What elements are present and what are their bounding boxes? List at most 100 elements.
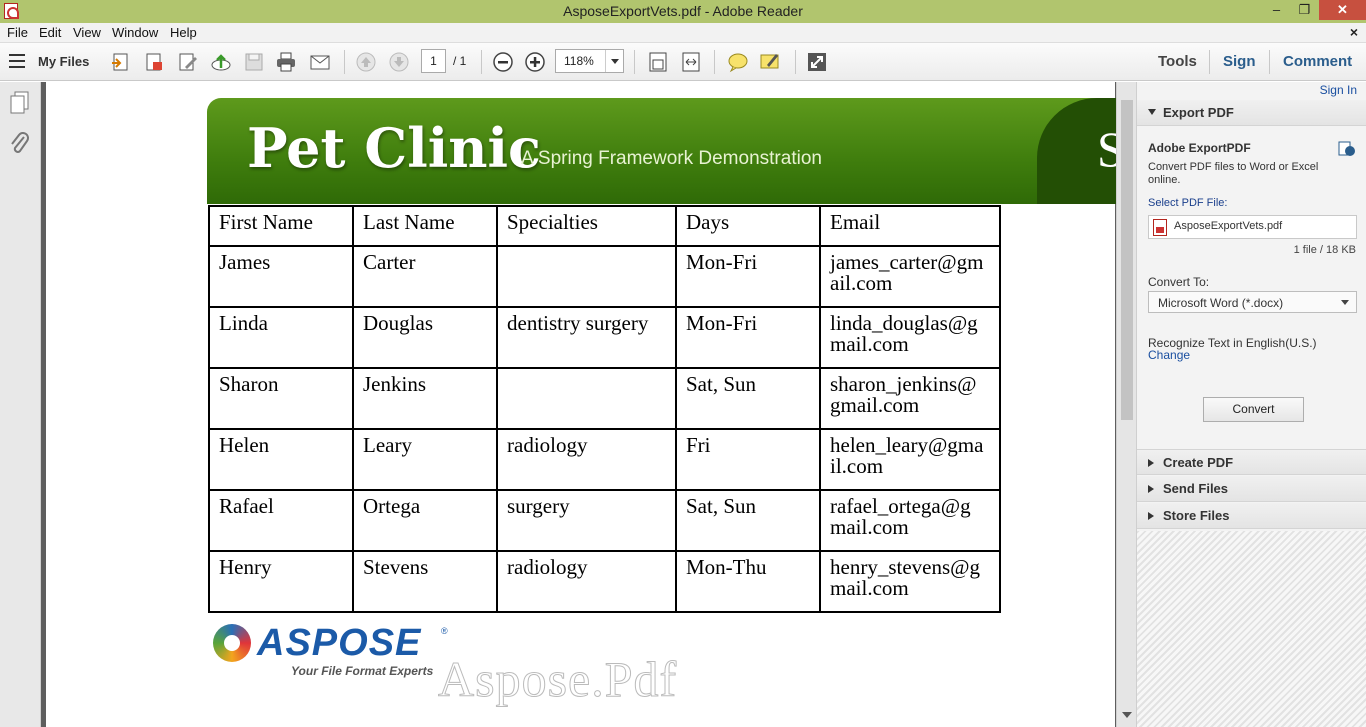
send-files-header[interactable]: Send Files: [1137, 476, 1366, 502]
convert-button[interactable]: Convert: [1203, 397, 1304, 422]
convert-to-label: Convert To:: [1148, 275, 1210, 289]
cell-specialties: [496, 367, 677, 430]
header-specialties: Specialties: [496, 205, 677, 247]
adobe-exportpdf-title: Adobe ExportPDF: [1148, 141, 1251, 155]
cell-first-name: James: [208, 245, 354, 308]
fit-page-icon[interactable]: [647, 51, 669, 73]
restore-button[interactable]: ❐: [1290, 0, 1319, 20]
window-title: AsposeExportVets.pdf - Adobe Reader: [563, 3, 803, 19]
chevron-down-icon: [1341, 300, 1349, 305]
select-pdf-label: Select PDF File:: [1148, 197, 1228, 209]
menu-file[interactable]: File: [7, 25, 28, 40]
chevron-down-icon[interactable]: [605, 50, 623, 72]
cell-specialties: radiology: [496, 550, 677, 613]
vertical-scrollbar[interactable]: [1116, 82, 1136, 727]
scrollbar-thumb[interactable]: [1121, 100, 1133, 420]
menu-window[interactable]: Window: [112, 25, 158, 40]
banner-subtitle: A Spring Framework Demonstration: [521, 148, 822, 169]
print-icon[interactable]: [275, 51, 297, 73]
banner-cut-text: S: [1097, 121, 1117, 177]
store-files-header[interactable]: Store Files: [1137, 503, 1366, 529]
document-view[interactable]: Pet Clinic A Spring Framework Demonstrat…: [41, 82, 1117, 727]
selected-file-field[interactable]: AsposeExportVets.pdf: [1148, 215, 1357, 239]
menu-bar: File Edit View Window Help ×: [0, 23, 1366, 43]
create-pdf-header[interactable]: Create PDF: [1137, 449, 1366, 475]
header-email: Email: [819, 205, 1001, 247]
panel-background: [1137, 531, 1366, 727]
email-icon[interactable]: [309, 51, 331, 73]
header-last-name: Last Name: [352, 205, 498, 247]
pet-clinic-banner: Pet Clinic A Spring Framework Demonstrat…: [207, 98, 1117, 204]
minimize-button[interactable]: –: [1262, 0, 1291, 20]
previous-page-icon[interactable]: [355, 51, 377, 73]
aspose-logo: ASPOSE ® Your File Format Experts: [213, 622, 453, 682]
save-icon[interactable]: [243, 51, 265, 73]
menu-view[interactable]: View: [73, 25, 101, 40]
highlight-text-icon[interactable]: [759, 51, 781, 73]
edit-document-icon[interactable]: [177, 51, 199, 73]
table-row: Linda Douglas dentistry surgery Mon-Fri lind…: [208, 306, 1001, 369]
change-language-link[interactable]: Change: [1148, 348, 1190, 362]
page-number-input[interactable]: 1: [421, 49, 446, 73]
cell-first-name: Linda: [208, 306, 354, 369]
zoom-select[interactable]: 118%: [555, 49, 624, 73]
export-description: Convert PDF files to Word or Excel onlin…: [1148, 161, 1319, 186]
cloud-upload-icon[interactable]: [210, 51, 232, 73]
aspose-tagline: Your File Format Experts: [291, 664, 434, 678]
navigation-pane: [0, 82, 41, 727]
scroll-down-icon[interactable]: [1122, 712, 1132, 718]
create-pdf-icon[interactable]: [143, 51, 165, 73]
next-page-icon[interactable]: [388, 51, 410, 73]
sticky-note-icon[interactable]: [727, 51, 749, 73]
cell-first-name: Henry: [208, 550, 354, 613]
close-document-icon[interactable]: ×: [1350, 24, 1358, 40]
cell-days: Sat, Sun: [675, 489, 821, 552]
comment-tab[interactable]: Comment: [1283, 53, 1352, 70]
my-files-button[interactable]: My Files: [38, 54, 89, 69]
page-total: / 1: [453, 54, 467, 68]
export-pdf-label: Export PDF: [1163, 105, 1234, 120]
close-button[interactable]: ✕: [1319, 0, 1366, 20]
full-screen-icon[interactable]: [806, 51, 828, 73]
cell-specialties: radiology: [496, 428, 677, 491]
cell-last-name: Leary: [352, 428, 498, 491]
convert-to-select[interactable]: Microsoft Word (*.docx): [1148, 291, 1357, 313]
cell-first-name: Helen: [208, 428, 354, 491]
pdf-page: Pet Clinic A Spring Framework Demonstrat…: [46, 82, 1117, 727]
cell-days: Mon-Fri: [675, 306, 821, 369]
cell-days: Fri: [675, 428, 821, 491]
fit-width-icon[interactable]: [680, 51, 702, 73]
send-files-label: Send Files: [1163, 481, 1229, 496]
menu-help[interactable]: Help: [170, 25, 197, 40]
attachments-icon[interactable]: [8, 132, 32, 158]
export-pdf-header[interactable]: Export PDF: [1137, 100, 1366, 126]
page-thumbnails-icon[interactable]: [8, 90, 32, 114]
table-row: James Carter Mon-Fri james_carter@gm ail.co…: [208, 245, 1001, 308]
service-info-icon[interactable]: [1338, 139, 1356, 157]
cell-email: sharon_jenkins@ gmail.com: [819, 367, 1001, 430]
tools-tab[interactable]: Tools: [1158, 53, 1197, 70]
open-file-icon[interactable]: [110, 51, 132, 73]
table-row: Helen Leary radiology Fri helen_leary@gma il…: [208, 428, 1001, 491]
sign-tab[interactable]: Sign: [1223, 53, 1256, 70]
sign-in-link[interactable]: Sign In: [1320, 83, 1357, 97]
table-row: Rafael Ortega surgery Sat, Sun rafael_ortega…: [208, 489, 1001, 552]
aspose-logo-text: ASPOSE: [257, 622, 422, 664]
file-info: 1 file / 18 KB: [1293, 244, 1356, 256]
cell-specialties: [496, 245, 677, 308]
zoom-in-icon[interactable]: [524, 51, 546, 73]
cell-email: rafael_ortega@g mail.com: [819, 489, 1001, 552]
tools-panel: Sign In Export PDF Adobe ExportPDF Conve…: [1136, 82, 1366, 727]
create-pdf-label: Create PDF: [1163, 455, 1234, 470]
pdf-file-icon: [1153, 219, 1167, 236]
hamburger-menu-icon[interactable]: [9, 54, 25, 68]
cell-email: linda_douglas@g mail.com: [819, 306, 1001, 369]
menu-edit[interactable]: Edit: [39, 25, 61, 40]
header-first-name: First Name: [208, 205, 354, 247]
chevron-right-icon: [1148, 485, 1154, 493]
zoom-out-icon[interactable]: [492, 51, 514, 73]
cell-days: Sat, Sun: [675, 367, 821, 430]
cell-specialties: dentistry surgery: [496, 306, 677, 369]
zoom-value: 118%: [564, 54, 594, 68]
table-row: Sharon Jenkins Sat, Sun sharon_jenkins@ gma…: [208, 367, 1001, 430]
